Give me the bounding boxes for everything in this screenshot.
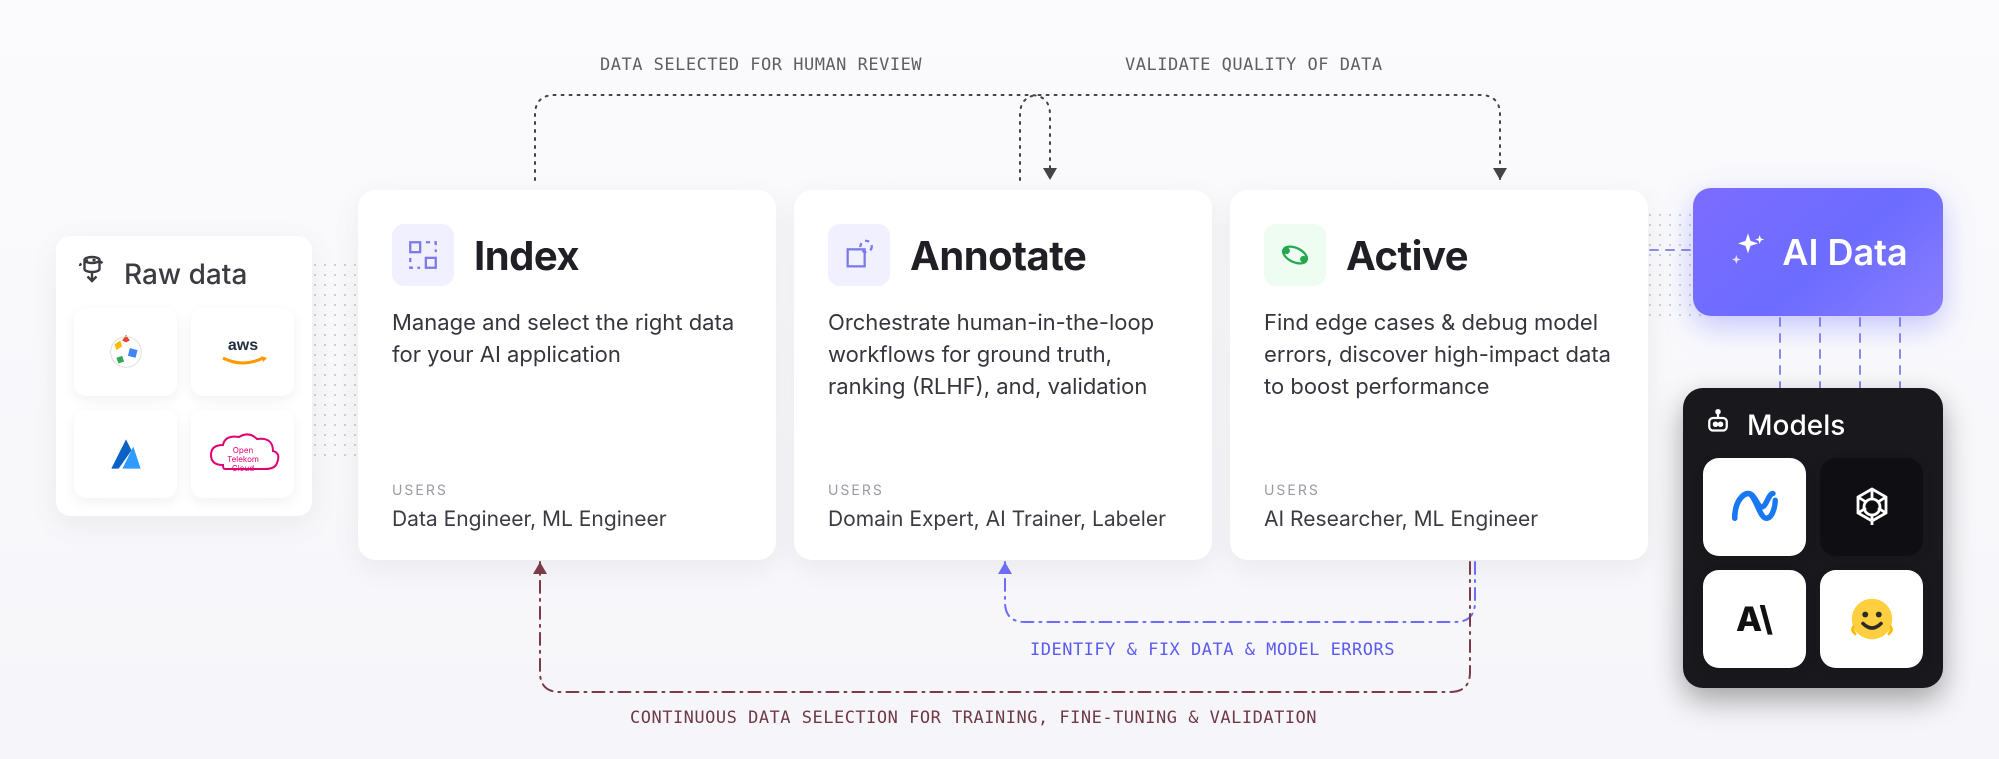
model-anthropic: A\: [1703, 570, 1806, 668]
users-label: USERS: [828, 482, 1178, 499]
label-top-left: DATA SELECTED FOR HUMAN REVIEW: [600, 55, 922, 75]
users: Domain Expert, AI Trainer, Labeler: [828, 507, 1178, 532]
provider-google-cloud: [74, 308, 177, 396]
stage-title: Annotate: [910, 231, 1086, 280]
users: Data Engineer, ML Engineer: [392, 507, 742, 532]
provider-open-telekom-cloud: Open Telekom Cloud: [191, 410, 294, 498]
raw-data-icon: [74, 254, 110, 294]
users-label: USERS: [392, 482, 742, 499]
robot-icon: [1703, 408, 1733, 442]
stage-active: Active Find edge cases & debug model err…: [1230, 190, 1648, 560]
model-huggingface: [1820, 570, 1923, 668]
connector-middle: [975, 562, 1505, 642]
svg-text:aws: aws: [227, 337, 257, 354]
connector-top-left: [505, 85, 1080, 195]
users-label: USERS: [1264, 482, 1614, 499]
users: AI Researcher, ML Engineer: [1264, 507, 1614, 532]
stage-title: Index: [474, 231, 579, 280]
connector-top-right: [990, 85, 1530, 195]
stage-desc: Find edge cases & debug model errors, di…: [1264, 308, 1614, 474]
connector-aidata-models: [1760, 318, 1920, 398]
stage-desc: Manage and select the right data for you…: [392, 308, 742, 474]
provider-aws: aws: [191, 308, 294, 396]
active-icon: [1264, 224, 1326, 286]
model-openai: [1820, 458, 1923, 556]
connector-bottom: [510, 562, 1510, 712]
model-meta: [1703, 458, 1806, 556]
ai-data-title: AI Data: [1782, 230, 1907, 274]
raw-data-title: Raw data: [124, 257, 247, 291]
stage-annotate: Annotate Orchestrate human-in-the-loop w…: [794, 190, 1212, 560]
anthropic-label: A\: [1736, 599, 1773, 640]
provider-azure: [74, 410, 177, 498]
annotate-icon: [828, 224, 890, 286]
svg-text:Cloud: Cloud: [231, 463, 253, 473]
models-title: Models: [1747, 408, 1845, 442]
stage-desc: Orchestrate human-in-the-loop workflows …: [828, 308, 1178, 474]
label-middle: IDENTIFY & FIX DATA & MODEL ERRORS: [1030, 640, 1395, 660]
index-icon: [392, 224, 454, 286]
raw-data-panel: Raw data aws Open Telekom Cloud: [56, 236, 312, 516]
ai-data-tile: AI Data: [1693, 188, 1943, 316]
stage-index: Index Manage and select the right data f…: [358, 190, 776, 560]
label-top-right: VALIDATE QUALITY OF DATA: [1125, 55, 1383, 75]
label-bottom: CONTINUOUS DATA SELECTION FOR TRAINING, …: [630, 708, 1317, 728]
sparkle-icon: [1728, 230, 1768, 274]
stage-title: Active: [1346, 231, 1468, 280]
models-panel: Models A\: [1683, 388, 1943, 688]
